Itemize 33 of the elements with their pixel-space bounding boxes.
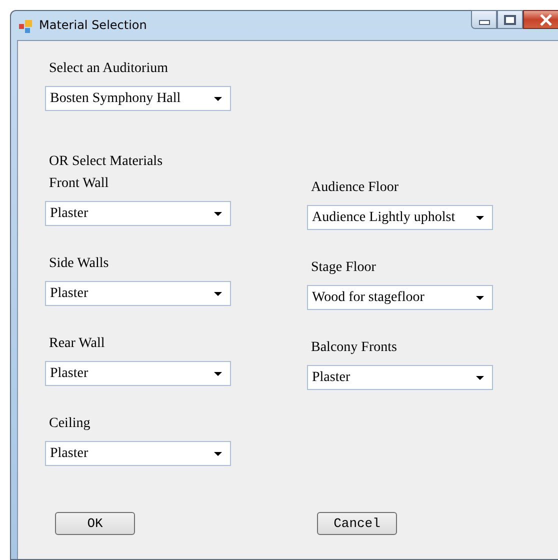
minimize-button[interactable]	[471, 10, 497, 29]
caret-icon	[214, 452, 222, 456]
field-label: Ceiling	[49, 415, 92, 433]
caret-icon	[476, 376, 484, 380]
field-label: Side Walls	[49, 255, 110, 273]
field-label: Rear Wall	[49, 335, 106, 353]
field-label: Front Wall	[49, 175, 110, 193]
maximize-button[interactable]	[497, 10, 523, 29]
material-dropdown[interactable]: Audience Lightly upholst	[307, 205, 493, 230]
field-label: Stage Floor	[311, 259, 377, 277]
field-label: Audience Floor	[311, 179, 400, 197]
auditorium-dropdown[interactable]: Bosten Symphony Hall	[45, 86, 231, 111]
field-label: Balcony Fronts	[311, 339, 398, 357]
caret-icon	[214, 292, 222, 296]
material-dropdown[interactable]: Wood for stagefloor	[307, 285, 493, 310]
section-heading: OR Select Materials	[49, 153, 164, 171]
caret-icon	[214, 212, 222, 216]
caret-icon	[214, 96, 222, 100]
cancel-button[interactable]: Cancel	[317, 512, 397, 535]
window-title: Material Selection	[39, 18, 147, 32]
close-icon	[539, 14, 553, 26]
material-dropdown[interactable]: Plaster	[45, 361, 231, 386]
caret-icon	[214, 372, 222, 376]
field-label: Select an Auditorium	[49, 60, 168, 78]
material-dropdown[interactable]: Plaster	[45, 281, 231, 306]
ok-button[interactable]: OK	[55, 512, 135, 535]
material-dropdown[interactable]: Plaster	[307, 365, 493, 390]
close-button[interactable]	[523, 10, 558, 29]
material-dropdown[interactable]: Plaster	[45, 201, 231, 226]
caret-icon	[476, 216, 484, 220]
caret-icon	[476, 296, 484, 300]
material-dropdown[interactable]: Plaster	[45, 441, 231, 466]
app-icon	[18, 18, 34, 34]
